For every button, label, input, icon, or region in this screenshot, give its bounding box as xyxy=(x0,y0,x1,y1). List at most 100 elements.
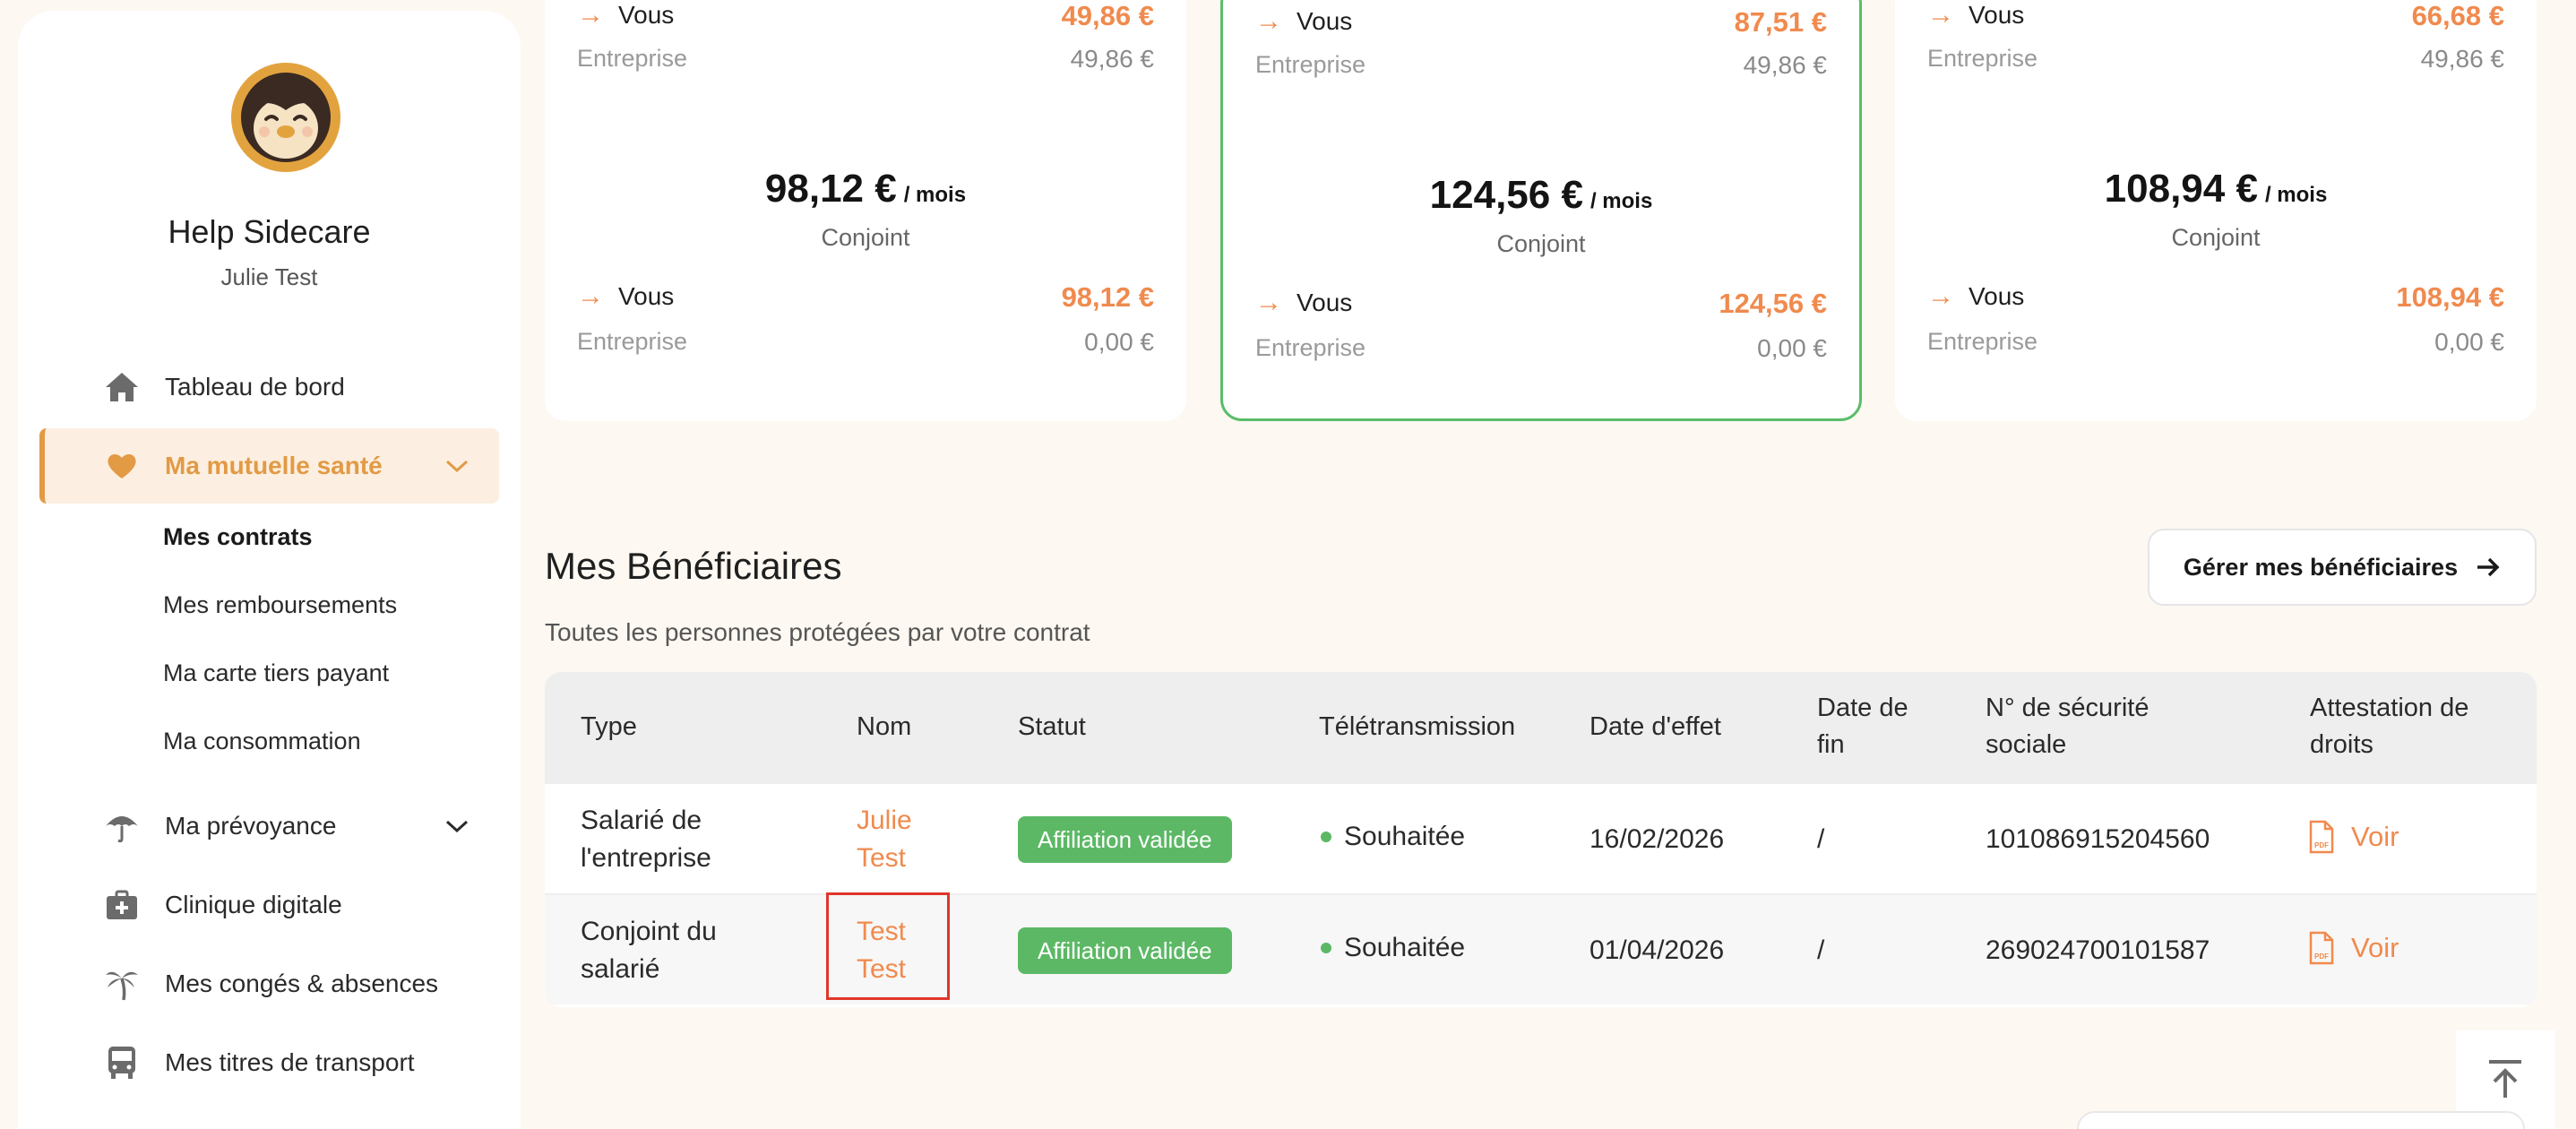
arrow-right-icon: → xyxy=(1927,281,1954,311)
teletransmission-text: Souhaitée xyxy=(1344,933,1466,962)
bottom-vous-value: 98,12 € xyxy=(1061,281,1154,313)
cell-teletransmission: Souhaitée xyxy=(1321,933,1465,963)
sub-item-contracts[interactable]: Mes contrats xyxy=(163,523,313,551)
card-label: Conjoint xyxy=(821,224,910,251)
svg-text:PDF: PDF xyxy=(2314,952,2329,961)
umbrella-icon xyxy=(102,806,142,846)
col-attestation: Attestation de droits xyxy=(2310,694,2469,759)
bottom-entreprise-value: 0,00 € xyxy=(1084,328,1154,356)
voir-label: Voir xyxy=(2351,932,2399,963)
voir-label: Voir xyxy=(2351,821,2399,852)
manage-beneficiaries-button[interactable]: Gérer mes bénéficiaires xyxy=(2148,529,2537,606)
nav-leave[interactable]: Mes congés & absences xyxy=(39,946,499,1021)
view-attestation-button[interactable]: PDF Voir xyxy=(2308,820,2399,854)
card-row-vous: → Vous xyxy=(1255,288,1352,318)
sub-item-reimbursements[interactable]: Mes remboursements xyxy=(163,591,397,619)
label-entreprise: Entreprise xyxy=(1927,45,2038,72)
total-amount: 108,94 € xyxy=(2104,167,2258,211)
label-vous: Vous xyxy=(1969,1,2025,29)
label-entreprise: Entreprise xyxy=(577,328,688,355)
col-status: Statut xyxy=(1018,712,1086,741)
bottom-entreprise-value: 0,00 € xyxy=(1757,334,1827,362)
cell-name-link[interactable]: Julie Test xyxy=(857,802,928,877)
sub-item-consumption[interactable]: Ma consommation xyxy=(163,728,361,755)
status-badge: Affiliation validée xyxy=(1018,927,1232,974)
nav-prevoyance[interactable]: Ma prévoyance xyxy=(39,789,499,864)
cell-effective-date: 16/02/2026 xyxy=(1590,824,1725,854)
top-vous-value: 49,86 € xyxy=(1061,0,1154,31)
col-name: Nom xyxy=(857,712,912,741)
top-entreprise-value: 49,86 € xyxy=(1070,45,1154,73)
total-amount: 98,12 € xyxy=(764,167,897,211)
svg-text:PDF: PDF xyxy=(2314,841,2329,849)
col-ssn: N° de sécurité sociale xyxy=(1986,694,2150,759)
bottom-floating-element[interactable] xyxy=(2077,1111,2525,1129)
card-row-vous: → Vous xyxy=(1927,0,2024,30)
chevron-down-icon[interactable] xyxy=(444,817,470,835)
heart-icon xyxy=(102,446,142,486)
arrow-right-icon: → xyxy=(1255,6,1282,36)
nav-leave-label: Mes congés & absences xyxy=(165,970,439,997)
cell-teletransmission: Souhaitée xyxy=(1321,822,1465,852)
nav-transport-label: Mes titres de transport xyxy=(165,1048,415,1076)
status-dot-icon xyxy=(1321,832,1331,842)
top-entreprise-value: 49,86 € xyxy=(2420,45,2504,73)
price-card-2-selected[interactable]: → Vous Entreprise 87,51 € 49,86 € 124,56 … xyxy=(1220,0,1862,421)
home-icon xyxy=(102,367,142,407)
label-vous: Vous xyxy=(1969,282,2025,310)
label-entreprise: Entreprise xyxy=(1927,328,2038,355)
price-card-3[interactable]: → Vous Entreprise 66,68 € 49,86 € 108,94 … xyxy=(1895,0,2537,421)
pdf-file-icon: PDF xyxy=(2309,820,2334,854)
nav-clinic-label: Clinique digitale xyxy=(165,891,342,918)
table-row: Salarié de l'entreprise Julie Test Affil… xyxy=(545,782,2537,893)
card-row-vous: → Vous xyxy=(1255,6,1352,37)
cell-end-date: / xyxy=(1817,935,1825,965)
bottom-vous-value: 108,94 € xyxy=(2396,281,2504,313)
cell-effective-date: 01/04/2026 xyxy=(1590,935,1725,965)
arrow-right-icon: → xyxy=(1927,0,1954,30)
label-entreprise: Entreprise xyxy=(1255,334,1366,361)
card-label: Conjoint xyxy=(2171,224,2261,251)
col-end-date: Date de fin xyxy=(1817,694,1908,759)
beneficiaries-title: Mes Bénéficiaires xyxy=(545,545,842,587)
card-total: 124,56 € / mois xyxy=(1223,173,1859,218)
palm-tree-icon xyxy=(102,964,142,1004)
view-attestation-button[interactable]: PDF Voir xyxy=(2308,931,2399,965)
arrow-right-icon: → xyxy=(577,281,604,311)
nav-transport[interactable]: Mes titres de transport xyxy=(39,1025,499,1100)
sub-item-third-party-card[interactable]: Ma carte tiers payant xyxy=(163,659,389,687)
nav-health[interactable]: Ma mutuelle santé xyxy=(39,428,499,504)
nav-dashboard-label: Tableau de bord xyxy=(165,373,345,401)
bottom-vous-value: 124,56 € xyxy=(1719,288,1827,319)
pdf-file-icon: PDF xyxy=(2309,931,2334,965)
card-total: 98,12 € / mois xyxy=(545,167,1186,211)
cell-end-date: / xyxy=(1817,824,1825,854)
label-entreprise: Entreprise xyxy=(577,45,688,72)
manage-beneficiaries-label: Gérer mes bénéficiaires xyxy=(2183,553,2459,581)
arrow-right-icon: → xyxy=(577,0,604,30)
profile-name: Help Sidecare xyxy=(168,213,371,250)
cell-ssn: 101086915204560 xyxy=(1986,824,2210,854)
top-vous-value: 87,51 € xyxy=(1734,6,1827,38)
bottom-entreprise-value: 0,00 € xyxy=(2434,328,2504,356)
top-vous-value: 66,68 € xyxy=(2411,0,2504,31)
profile-user: Julie Test xyxy=(220,263,318,290)
col-type: Type xyxy=(581,712,637,741)
card-label: Conjoint xyxy=(1496,230,1586,257)
label-vous: Vous xyxy=(1297,289,1353,316)
nav-clinic[interactable]: Clinique digitale xyxy=(39,867,499,943)
card-row-vous: → Vous xyxy=(1927,281,2024,312)
table-header: Type Nom Statut Télétransmission Date d'… xyxy=(545,672,2537,782)
penguin-avatar[interactable] xyxy=(231,63,340,172)
label-entreprise: Entreprise xyxy=(1255,51,1366,78)
chevron-down-icon[interactable] xyxy=(444,457,470,475)
nav-health-label: Ma mutuelle santé xyxy=(165,452,383,479)
arrow-right-icon xyxy=(2477,557,2500,577)
price-card-1[interactable]: → Vous Entreprise 49,86 € 49,86 € 98,12 €… xyxy=(545,0,1186,421)
nav-dashboard[interactable]: Tableau de bord xyxy=(39,349,499,425)
highlight-box xyxy=(826,892,950,1000)
arrow-up-to-top-icon xyxy=(2489,1060,2521,1098)
card-total: 108,94 € / mois xyxy=(1895,167,2537,211)
nav-prevoyance-label: Ma prévoyance xyxy=(165,812,337,840)
per-month: / mois xyxy=(903,183,967,207)
